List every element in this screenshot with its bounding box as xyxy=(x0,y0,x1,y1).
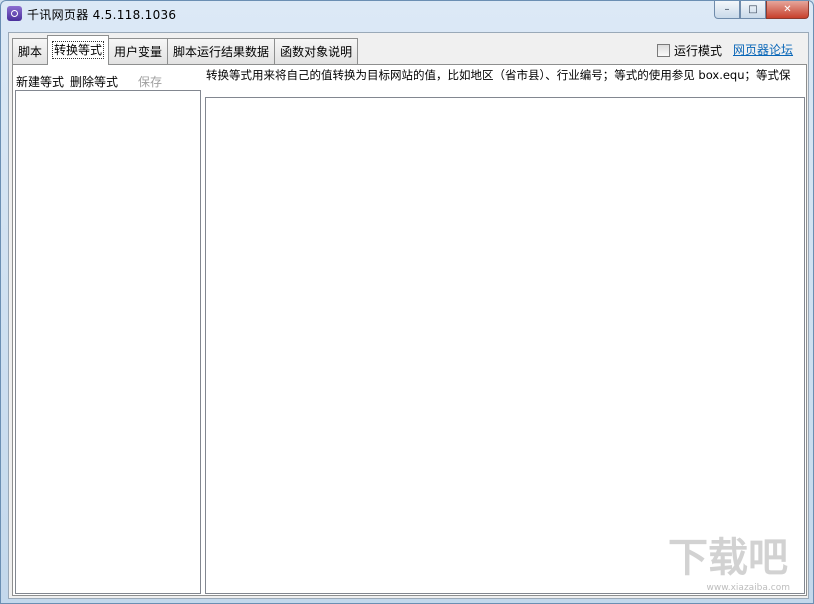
window-title: 千讯网页器 4.5.118.1036 xyxy=(27,8,177,22)
tab-script-results[interactable]: 脚本运行结果数据 xyxy=(167,38,276,64)
maximize-button[interactable]: □ xyxy=(740,1,766,19)
tab-label: 转换等式 xyxy=(52,41,105,59)
save-button[interactable]: 保存 xyxy=(138,73,162,90)
tab-label: 函数对象说明 xyxy=(280,45,353,59)
delete-equation-button[interactable]: 删除等式 xyxy=(70,73,118,90)
forum-link[interactable]: 网页器论坛 xyxy=(733,41,793,58)
equation-toolbar: 新建等式 删除等式 保存 xyxy=(16,73,168,90)
run-mode-toggle[interactable]: 运行模式 xyxy=(657,42,722,59)
watermark-url: www.xiazaiba.com xyxy=(706,583,790,593)
tab-label: 用户变量 xyxy=(114,45,163,59)
description-text: 转换等式用来将自己的值转换为目标网站的值，比如地区（省市县）、行业编号；等式的使… xyxy=(206,68,791,82)
equation-editor[interactable] xyxy=(205,97,805,594)
equation-panel: 新建等式 删除等式 保存 转换等式用来将自己的值转换为目标网站的值，比如地区（省… xyxy=(12,64,807,596)
new-equation-button[interactable]: 新建等式 xyxy=(16,73,64,90)
tab-user-variables[interactable]: 用户变量 xyxy=(108,38,169,64)
tab-label: 脚本 xyxy=(18,45,43,59)
client-area: 脚本 转换等式 用户变量 脚本运行结果数据 函数对象说明 运行模式 网页器论坛 … xyxy=(8,32,809,599)
minimize-button[interactable]: – xyxy=(714,1,740,19)
watermark-logo: 下载吧 xyxy=(668,535,788,581)
window-controls: – □ ✕ xyxy=(714,1,809,19)
run-mode-checkbox[interactable] xyxy=(657,44,670,57)
app-window: 千讯网页器 4.5.118.1036 – □ ✕ 脚本 转换等式 用户变量 脚本… xyxy=(0,0,814,604)
close-button[interactable]: ✕ xyxy=(766,1,809,19)
tab-function-docs[interactable]: 函数对象说明 xyxy=(274,38,359,64)
tab-strip: 脚本 转换等式 用户变量 脚本运行结果数据 函数对象说明 xyxy=(12,35,359,65)
equation-list[interactable] xyxy=(15,90,201,594)
tab-label: 脚本运行结果数据 xyxy=(173,45,270,59)
tab-conversion-equations[interactable]: 转换等式 xyxy=(47,35,110,65)
tab-script[interactable]: 脚本 xyxy=(12,38,49,64)
run-mode-label: 运行模式 xyxy=(674,44,723,58)
app-logo-icon xyxy=(7,6,22,21)
title-bar[interactable]: 千讯网页器 4.5.118.1036 – □ ✕ xyxy=(1,1,813,27)
